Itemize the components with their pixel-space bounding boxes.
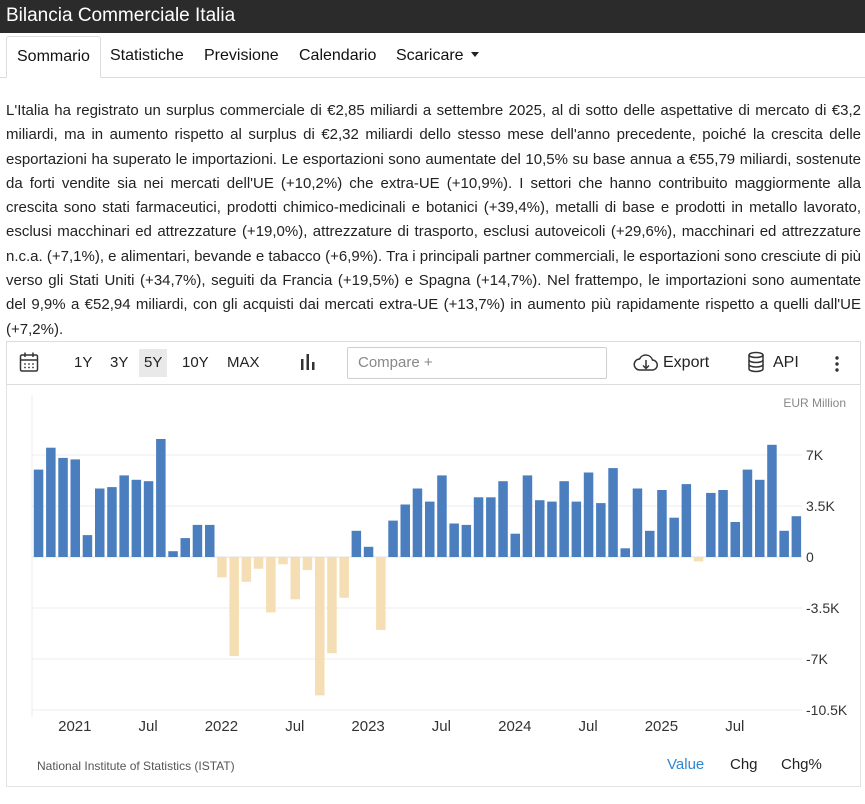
tab-calendario[interactable]: Calendario: [299, 36, 376, 78]
range-max[interactable]: MAX: [222, 349, 265, 377]
export-button[interactable]: Export: [633, 342, 709, 384]
tab-previsione[interactable]: Previsione: [204, 36, 279, 78]
tab-statistiche[interactable]: Statistiche: [110, 36, 184, 78]
chart-container: [6, 385, 861, 787]
database-icon: [748, 351, 764, 373]
tab-sommario[interactable]: Sommario: [6, 36, 101, 78]
summary-text: L'Italia ha registrato un surplus commer…: [6, 102, 861, 338]
calendar-icon[interactable]: [19, 342, 39, 384]
compare-input[interactable]: Compare +: [347, 347, 607, 379]
range-10y[interactable]: 10Y: [177, 349, 214, 377]
export-label: Export: [663, 354, 710, 371]
page-title: Bilancia Commerciale Italia: [0, 0, 865, 33]
caret-down-icon: [470, 52, 479, 57]
tab-scaricare[interactable]: Scaricare: [396, 36, 479, 78]
source-label: National Institute of Statistics (ISTAT): [37, 759, 235, 773]
range-5y[interactable]: 5Y: [139, 349, 168, 377]
footer-tab-chgpct[interactable]: Chg%: [781, 756, 822, 773]
api-button[interactable]: API: [746, 342, 799, 384]
range-3y[interactable]: 3Y: [105, 349, 133, 377]
api-label: API: [773, 354, 799, 371]
more-options-icon[interactable]: [833, 342, 841, 384]
nav-tabs: Sommario Statistiche Previsione Calendar…: [0, 36, 865, 78]
chart-toolbar: 1Y 3Y 5Y 10Y MAX Compare + Export API: [6, 341, 861, 385]
bar-chart-icon[interactable]: [299, 342, 317, 384]
tab-scaricare-label: Scaricare: [396, 47, 464, 64]
footer-tab-chg[interactable]: Chg: [730, 756, 758, 773]
cloud-download-icon: [633, 354, 658, 371]
footer-tab-value[interactable]: Value: [667, 756, 704, 773]
range-1y[interactable]: 1Y: [69, 349, 97, 377]
